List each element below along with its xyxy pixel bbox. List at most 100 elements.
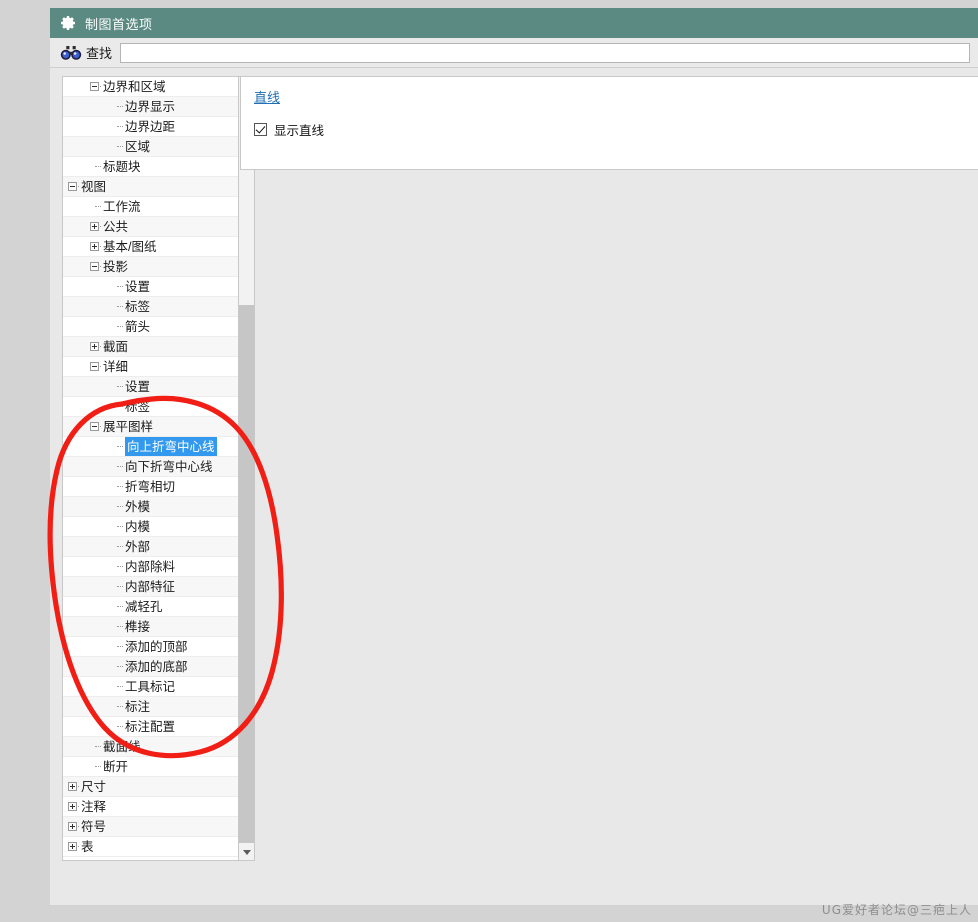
tree-item[interactable]: 内部除料 xyxy=(63,557,238,577)
drafting-preferences-dialog: 制图首选项 查找 边界和区域边界显示边界边距区域标题块视图工作流公共基本/图纸投… xyxy=(50,8,978,905)
tree-item-label: 添加的顶部 xyxy=(125,640,188,654)
tree-item[interactable]: 截面 xyxy=(63,337,238,357)
tree-item[interactable]: 边界边距 xyxy=(63,117,238,137)
settings-content-panel: 直线 显示直线 xyxy=(240,76,978,170)
tree-guide-dash xyxy=(117,626,123,628)
tree-item-label: 详细 xyxy=(103,360,129,374)
tree-item-label: 公共 xyxy=(103,220,129,234)
tree-guide-dash xyxy=(117,306,123,308)
tree-item-label: 标签 xyxy=(125,300,151,314)
tree-item[interactable]: 榫接 xyxy=(63,617,238,637)
find-label: 查找 xyxy=(86,46,113,61)
tree-guide-dash xyxy=(117,486,123,488)
tree-item[interactable]: 尺寸 xyxy=(63,777,238,797)
tree-item[interactable]: 标注 xyxy=(63,697,238,717)
find-input[interactable] xyxy=(120,42,970,63)
tree-guide-dash xyxy=(117,526,123,528)
expand-icon[interactable] xyxy=(90,222,99,231)
tree-item[interactable]: 注释 xyxy=(63,797,238,817)
tree-item-label: 工作流 xyxy=(103,200,141,214)
tree-item[interactable]: 减轻孔 xyxy=(63,597,238,617)
tree-item[interactable]: 边界和区域 xyxy=(63,77,238,97)
tree-item[interactable]: 工作流 xyxy=(63,197,238,217)
dialog-body: 边界和区域 边界显示 边界边距 区域 标题块 视图 工作流 公共 基本/图纸 投影 设置 标签 箭头 截面… xyxy=(50,68,978,905)
tree-item[interactable]: 截面线 xyxy=(63,737,238,757)
tree-item[interactable]: 表 xyxy=(63,837,238,857)
tree-item[interactable]: 详细 xyxy=(63,357,238,377)
tree-item[interactable]: 公共 xyxy=(63,217,238,237)
tree-item-label: 标签 xyxy=(125,400,151,414)
binoculars-icon[interactable] xyxy=(60,45,82,61)
expand-icon[interactable] xyxy=(68,802,77,811)
tree-item[interactable]: 标签 xyxy=(63,397,238,417)
tree-item[interactable]: 投影 xyxy=(63,257,238,277)
tree-item-label: 表 xyxy=(81,840,94,854)
expand-icon[interactable] xyxy=(68,822,77,831)
expand-icon[interactable] xyxy=(68,782,77,791)
tree-item[interactable]: 向上折弯中心线 xyxy=(63,437,238,457)
tree-item[interactable]: 添加的底部 xyxy=(63,657,238,677)
collapse-icon[interactable] xyxy=(90,422,99,431)
tree-item[interactable]: 视图 xyxy=(63,177,238,197)
tree-item-label: 标题块 xyxy=(103,160,141,174)
tree-item[interactable]: 工具标记 xyxy=(63,677,238,697)
tree-item[interactable]: 内部特征 xyxy=(63,577,238,597)
tree-item[interactable]: 设置 xyxy=(63,377,238,397)
tree-item[interactable]: 标签 xyxy=(63,297,238,317)
show-line-label: 显示直线 xyxy=(274,124,325,138)
tree-item-label: 内部除料 xyxy=(125,560,176,574)
preferences-tree[interactable]: 边界和区域 边界显示 边界边距 区域 标题块 视图 工作流 公共 基本/图纸 投影 设置 标签 箭头 截面… xyxy=(62,76,238,861)
tree-item-label: 边界边距 xyxy=(125,120,176,134)
tree-item-label: 添加的底部 xyxy=(125,660,188,674)
tree-item[interactable]: 展平图样 xyxy=(63,417,238,437)
tree-item-label: 边界和区域 xyxy=(103,80,166,94)
tree-item[interactable]: 向下折弯中心线 xyxy=(63,457,238,477)
tree-item-label: 尺寸 xyxy=(81,780,107,794)
tree-item-label: 设置 xyxy=(125,280,151,294)
tree-guide-dash xyxy=(117,586,123,588)
tree-guide-dash xyxy=(117,466,123,468)
tree-item[interactable]: 折弯相切 xyxy=(63,477,238,497)
chevron-down-icon xyxy=(242,849,251,855)
scroll-down-button[interactable] xyxy=(239,844,254,860)
tree-item[interactable]: 外部 xyxy=(63,537,238,557)
tree-item[interactable]: 符号 xyxy=(63,817,238,837)
show-line-checkbox-row[interactable]: 显示直线 xyxy=(254,120,978,139)
checkbox-icon[interactable] xyxy=(254,123,267,136)
tree-item[interactable]: 标注配置 xyxy=(63,717,238,737)
tree-guide-dash xyxy=(95,206,101,208)
tree-item-label: 外部 xyxy=(125,540,151,554)
tree-guide-dash xyxy=(117,606,123,608)
collapse-icon[interactable] xyxy=(90,82,99,91)
scrollbar-thumb[interactable] xyxy=(239,305,254,843)
tree-guide-dash xyxy=(117,446,123,448)
expand-icon[interactable] xyxy=(90,242,99,251)
tree-guide-dash xyxy=(117,546,123,548)
collapse-icon[interactable] xyxy=(68,182,77,191)
section-title: 直线 xyxy=(254,90,281,105)
tree-item[interactable]: 基本/图纸 xyxy=(63,237,238,257)
tree-guide-dash xyxy=(117,126,123,128)
tree-item[interactable]: 内模 xyxy=(63,517,238,537)
tree-scrollbar[interactable] xyxy=(238,76,255,861)
tree-guide-dash xyxy=(117,326,123,328)
tree-item[interactable]: 添加的顶部 xyxy=(63,637,238,657)
tree-item-label: 视图 xyxy=(81,180,107,194)
tree-item-label: 截面线 xyxy=(103,740,141,754)
expand-icon[interactable] xyxy=(90,342,99,351)
gear-icon xyxy=(61,16,75,30)
tree-item[interactable]: 箭头 xyxy=(63,317,238,337)
tree-item[interactable]: 区域 xyxy=(63,137,238,157)
dialog-titlebar: 制图首选项 xyxy=(50,8,978,38)
tree-item[interactable]: 设置 xyxy=(63,277,238,297)
collapse-icon[interactable] xyxy=(90,262,99,271)
tree-item[interactable]: 标题块 xyxy=(63,157,238,177)
collapse-icon[interactable] xyxy=(90,362,99,371)
tree-item[interactable]: 断开 xyxy=(63,757,238,777)
tree-guide-dash xyxy=(95,166,101,168)
tree-item-label: 内模 xyxy=(125,520,151,534)
tree-guide-dash xyxy=(117,726,123,728)
tree-item[interactable]: 边界显示 xyxy=(63,97,238,117)
tree-item[interactable]: 外模 xyxy=(63,497,238,517)
expand-icon[interactable] xyxy=(68,842,77,851)
